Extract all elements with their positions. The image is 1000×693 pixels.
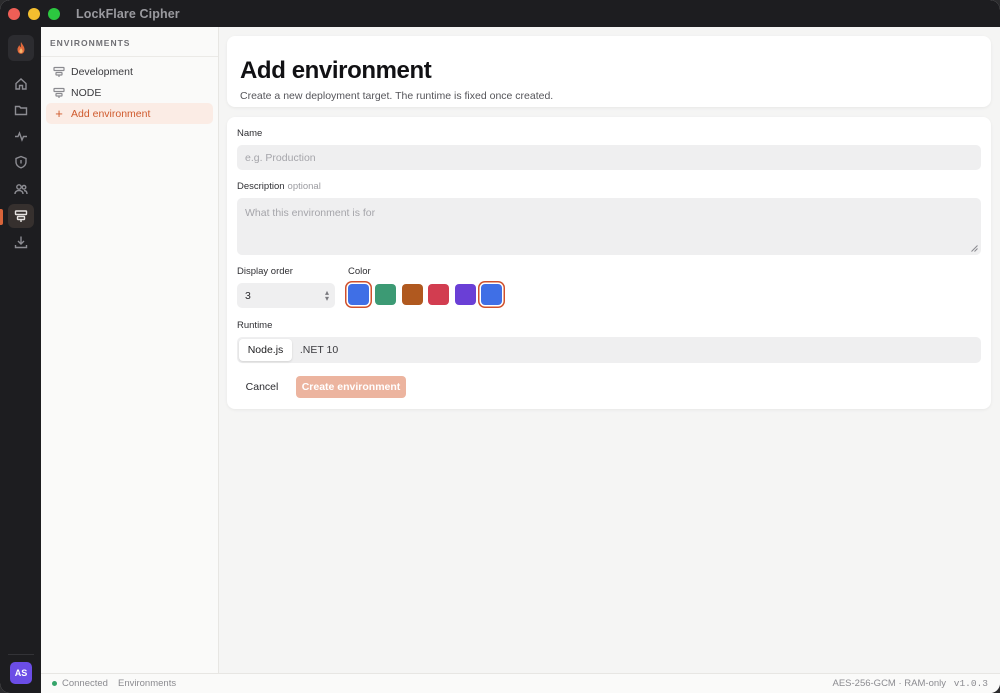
cipher-info: AES-256-GCM · RAM-only: [832, 678, 947, 689]
number-stepper-icon[interactable]: ▴ ▾: [325, 288, 329, 302]
environment-icon: [53, 87, 65, 99]
icon-rail: AS: [0, 27, 41, 693]
page-subtitle: Create a new deployment target. The runt…: [240, 90, 554, 102]
sidebar-item-development[interactable]: Development: [46, 61, 213, 82]
description-placeholder: What this environment is for: [245, 207, 376, 219]
sidebar-heading: ENVIRONMENTS: [50, 38, 131, 48]
folder-icon: [14, 105, 28, 116]
rail-divider: [8, 654, 34, 655]
resize-handle-icon[interactable]: [971, 245, 978, 252]
sidebar-item-label: Development: [71, 65, 133, 78]
window-title: LockFlare Cipher: [76, 6, 180, 21]
rail-activity-button[interactable]: [8, 124, 34, 148]
page-header: Add environment Create a new deployment …: [227, 36, 991, 107]
display-order-input[interactable]: 3 ▴ ▾: [237, 283, 335, 308]
minimize-window-button[interactable]: [28, 7, 40, 20]
display-order-label: Display order: [237, 266, 293, 277]
rail-users-button[interactable]: [8, 177, 34, 201]
connection-status-dot: [52, 681, 57, 686]
sidebar-item-label: NODE: [71, 86, 102, 99]
activity-icon: [15, 131, 27, 142]
color-swatch-orange[interactable]: [402, 284, 423, 305]
app-window: LockFlare Cipher AS ENVIRONMENTS Develop…: [0, 0, 1000, 693]
download-icon: [14, 236, 28, 249]
title-bar: LockFlare Cipher: [0, 0, 1000, 27]
environments-icon: [14, 210, 28, 222]
color-swatch-purple[interactable]: [455, 284, 476, 305]
shield-icon: [15, 155, 27, 169]
plus-icon: +: [55, 105, 63, 121]
current-view-label: Environments: [118, 678, 177, 689]
user-avatar[interactable]: AS: [10, 662, 32, 684]
app-logo: [8, 35, 34, 61]
rail-security-button[interactable]: [8, 150, 34, 174]
rail-files-button[interactable]: [8, 98, 34, 122]
main-content: Add environment Create a new deployment …: [219, 27, 1000, 673]
users-icon: [14, 184, 28, 195]
color-swatch-green[interactable]: [375, 284, 396, 305]
color-label: Color: [348, 266, 371, 277]
page-title: Add environment: [240, 57, 432, 84]
color-swatch-custom[interactable]: [481, 284, 502, 305]
sidebar-item-label: Add environment: [71, 107, 151, 120]
cancel-button[interactable]: Cancel: [239, 376, 285, 398]
optional-tag: optional: [287, 181, 321, 192]
rail-home-button[interactable]: [8, 72, 34, 96]
zoom-window-button[interactable]: [48, 7, 60, 20]
runtime-label: Runtime: [237, 320, 273, 331]
description-label: Description optional: [237, 181, 321, 192]
window-controls: [8, 7, 60, 20]
color-swatch-blue[interactable]: [348, 284, 369, 305]
rail-environments-button[interactable]: [8, 204, 34, 228]
name-placeholder: e.g. Production: [245, 151, 316, 164]
description-label-text: Description: [237, 181, 285, 192]
display-order-value: 3: [245, 289, 251, 302]
color-swatch-red[interactable]: [428, 284, 449, 305]
environments-sidebar: ENVIRONMENTS Development NODE + Add envi…: [41, 27, 219, 673]
sidebar-item-node[interactable]: NODE: [46, 82, 213, 103]
description-textarea[interactable]: What this environment is for: [237, 198, 981, 255]
connection-status: Connected: [62, 678, 108, 689]
sidebar-item-add-environment[interactable]: + Add environment: [46, 103, 213, 124]
add-environment-form: Name e.g. Production Description optional…: [227, 117, 991, 409]
status-bar: Connected Environments AES-256-GCM · RAM…: [41, 673, 1000, 693]
app-version: v1.0.3: [953, 678, 988, 689]
runtime-option-nodejs[interactable]: Node.js: [239, 339, 292, 361]
flame-logo-icon: [17, 42, 25, 54]
close-window-button[interactable]: [8, 7, 20, 20]
name-input[interactable]: e.g. Production: [237, 145, 981, 170]
rail-active-indicator: [0, 209, 3, 225]
name-label: Name: [237, 128, 263, 139]
sidebar-divider: [41, 56, 218, 57]
home-icon: [15, 78, 27, 90]
runtime-segmented-control: Node.js .NET 10: [237, 337, 981, 363]
rail-download-button[interactable]: [8, 230, 34, 254]
runtime-option-dotnet[interactable]: .NET 10: [299, 339, 339, 361]
environment-icon: [53, 66, 65, 78]
create-environment-button[interactable]: Create environment: [296, 376, 406, 398]
